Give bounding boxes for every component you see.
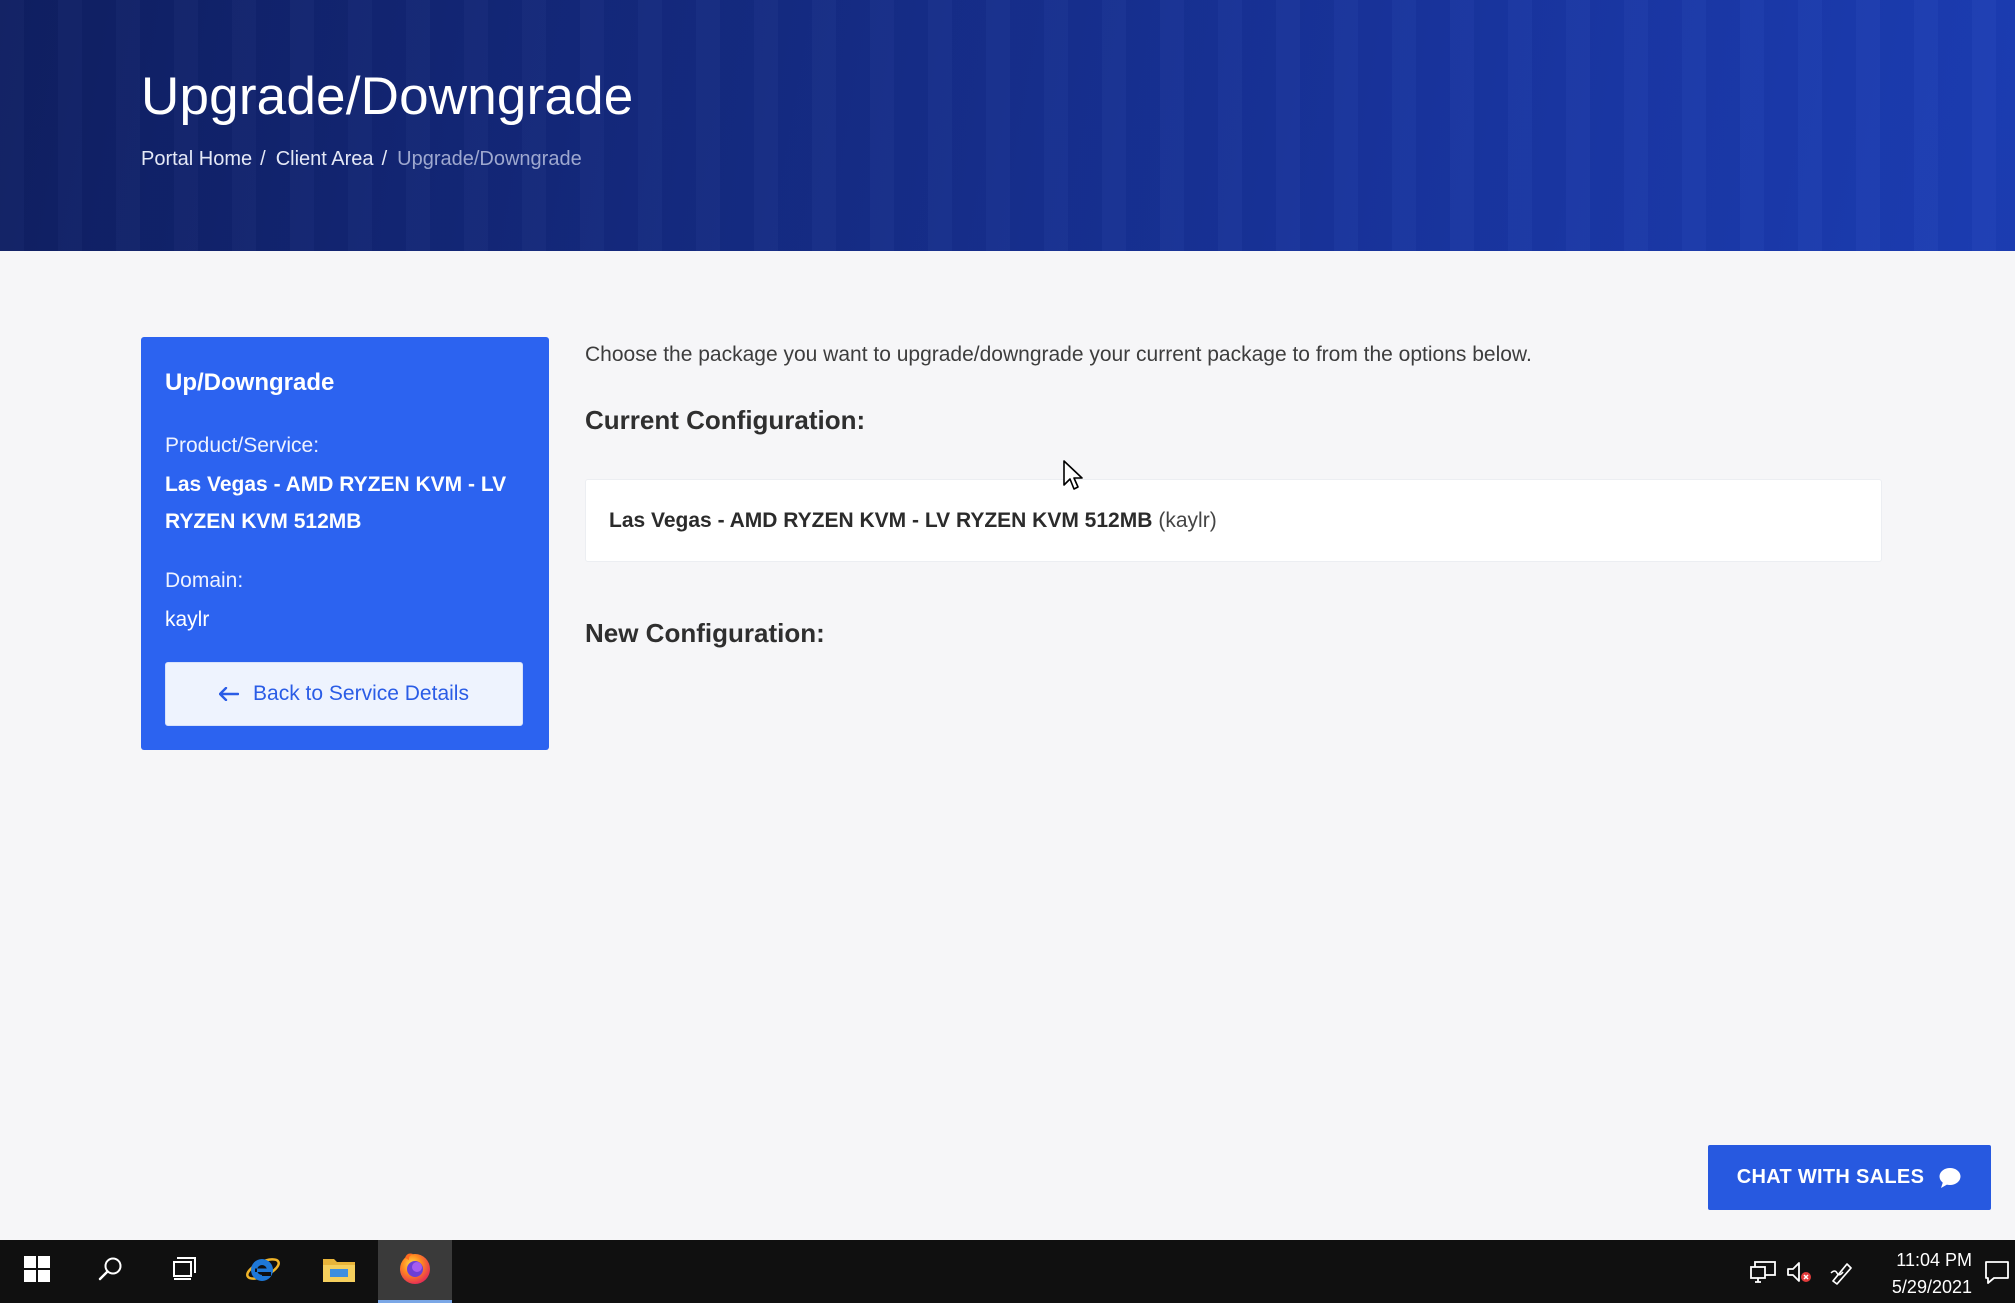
- clock-date: 5/29/2021: [1891, 1277, 1972, 1297]
- upgrade-sidebar-card: Up/Downgrade Product/Service: Las Vegas …: [141, 337, 549, 750]
- task-view-icon: [171, 1256, 199, 1287]
- page-title: Upgrade/Downgrade: [141, 67, 634, 126]
- intro-text: Choose the package you want to upgrade/d…: [585, 343, 1532, 366]
- taskbar-firefox[interactable]: [378, 1240, 452, 1303]
- new-configuration-heading: New Configuration:: [585, 618, 825, 648]
- current-domain: (kaylr): [1158, 508, 1217, 532]
- taskbar-file-explorer[interactable]: [302, 1240, 376, 1303]
- breadcrumb-client-area[interactable]: Client Area: [276, 148, 374, 171]
- internet-explorer-icon: [245, 1251, 281, 1292]
- file-explorer-icon: [322, 1254, 356, 1289]
- domain-label: Domain:: [165, 569, 244, 592]
- chat-with-sales-button[interactable]: CHAT WITH SALES: [1708, 1145, 1991, 1210]
- clock-time: 11:04 PM: [1896, 1250, 1972, 1270]
- domain-value: kaylr: [165, 608, 210, 631]
- firefox-icon: [397, 1250, 433, 1291]
- product-service-label: Product/Service:: [165, 434, 320, 457]
- arrow-left-icon: [219, 687, 240, 701]
- chat-button-label: CHAT WITH SALES: [1736, 1166, 1925, 1188]
- network-icon[interactable]: [1748, 1258, 1778, 1286]
- back-button-label: Back to Service Details: [253, 682, 469, 705]
- current-configuration-box: Las Vegas - AMD RYZEN KVM - LV RYZEN KVM…: [585, 479, 1882, 562]
- breadcrumb-separator: /: [260, 148, 266, 170]
- breadcrumb: Portal Home / Client Area / Upgrade/Down…: [141, 148, 582, 171]
- current-product-name: Las Vegas - AMD RYZEN KVM - LV RYZEN KVM…: [609, 508, 1153, 532]
- taskbar-internet-explorer[interactable]: [226, 1240, 300, 1303]
- search-icon: [98, 1256, 124, 1287]
- breadcrumb-portal-home[interactable]: Portal Home: [141, 148, 252, 171]
- notifications-icon[interactable]: [1982, 1258, 2012, 1286]
- start-button[interactable]: [0, 1240, 74, 1303]
- page-header-banner: Upgrade/Downgrade Portal Home / Client A…: [0, 0, 2015, 251]
- back-to-service-details-button[interactable]: Back to Service Details: [165, 662, 523, 726]
- taskbar-search-button[interactable]: [74, 1240, 148, 1303]
- mouse-cursor-icon: [1062, 459, 1086, 493]
- current-configuration-heading: Current Configuration:: [585, 405, 866, 435]
- breadcrumb-current: Upgrade/Downgrade: [397, 148, 582, 170]
- pen-workspace-icon[interactable]: [1828, 1258, 1858, 1286]
- sidebar-title: Up/Downgrade: [165, 369, 335, 396]
- breadcrumb-separator: /: [381, 148, 388, 170]
- task-view-button[interactable]: [148, 1240, 222, 1303]
- chat-bubble-icon: [1938, 1167, 1962, 1189]
- windows-start-icon: [24, 1256, 50, 1287]
- volume-muted-icon[interactable]: [1784, 1258, 1814, 1286]
- taskbar-clock[interactable]: 11:04 PM 5/29/2021: [1862, 1247, 1972, 1301]
- windows-taskbar: 11:04 PM 5/29/2021: [0, 1240, 2015, 1303]
- product-service-value: Las Vegas - AMD RYZEN KVM - LV RYZEN KVM…: [165, 473, 507, 533]
